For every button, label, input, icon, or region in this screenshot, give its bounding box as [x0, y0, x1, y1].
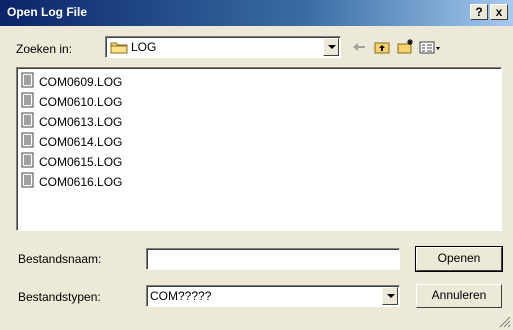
file-name: COM0613.LOG: [39, 115, 123, 129]
new-folder-icon[interactable]: [396, 38, 414, 56]
window-title: Open Log File: [7, 5, 87, 19]
file-list[interactable]: COM0609.LOG COM0610.LOG COM0613.LOG COM0614…: [16, 67, 502, 231]
look-in-arrow[interactable]: [323, 38, 339, 56]
text-file-icon: [21, 132, 34, 148]
look-in-dropdown[interactable]: LOG: [105, 36, 341, 58]
open-button[interactable]: Openen: [415, 246, 503, 272]
cancel-button[interactable]: Annuleren: [416, 284, 502, 308]
file-name: COM0610.LOG: [39, 95, 123, 109]
filetype-dropdown[interactable]: COM?????: [146, 285, 400, 307]
view-menu-icon[interactable]: [419, 38, 443, 56]
text-file-icon: [21, 172, 34, 188]
file-name: COM0609.LOG: [39, 75, 123, 89]
filename-input[interactable]: [146, 248, 400, 270]
look-in-value: LOG: [131, 40, 157, 54]
text-file-icon: [21, 152, 34, 168]
filetype-value: COM?????: [150, 289, 212, 303]
back-icon[interactable]: [350, 38, 368, 56]
up-folder-icon[interactable]: [373, 38, 391, 56]
filetype-arrow[interactable]: [382, 287, 398, 305]
text-file-icon: [21, 92, 34, 108]
file-name: COM0614.LOG: [39, 135, 123, 149]
resize-grip-icon[interactable]: [499, 316, 511, 328]
title-bar: Open Log File ? x: [0, 0, 513, 26]
close-button[interactable]: x: [490, 4, 508, 20]
file-name: COM0615.LOG: [39, 155, 123, 169]
filename-label: Bestandsnaam:: [18, 252, 102, 266]
text-file-icon: [21, 112, 34, 128]
help-button[interactable]: ?: [470, 4, 488, 20]
text-file-icon: [21, 72, 34, 88]
folder-icon: [110, 42, 128, 54]
filetype-label: Bestandstypen:: [18, 290, 101, 304]
file-name: COM0616.LOG: [39, 175, 123, 189]
look-in-label: Zoeken in:: [16, 42, 73, 56]
